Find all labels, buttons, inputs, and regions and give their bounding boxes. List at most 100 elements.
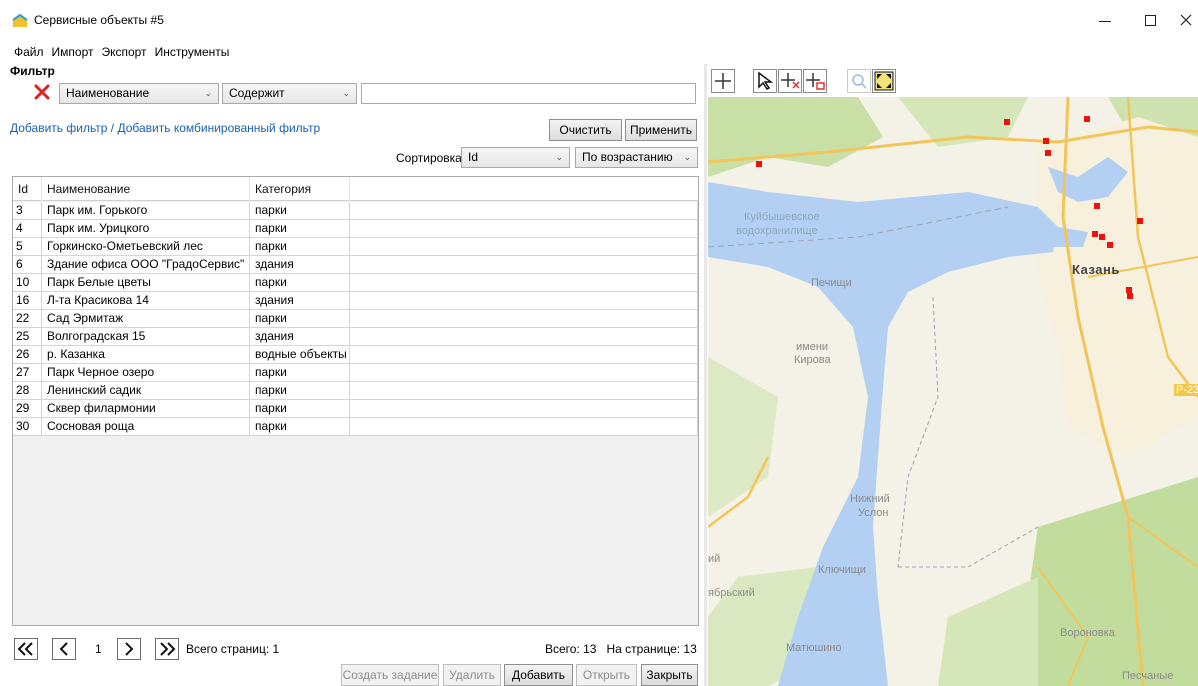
- cell-name: Сосновая роща: [42, 418, 250, 435]
- table-row[interactable]: 22 Сад Эрмитаж парки: [13, 310, 698, 328]
- map-marker[interactable]: [1004, 119, 1010, 125]
- menu-bar: Файл Импорт Экспорт Инструменты: [0, 44, 233, 62]
- map-marker[interactable]: [1043, 138, 1049, 144]
- maximize-button[interactable]: [1130, 0, 1170, 40]
- menu-import[interactable]: Импорт: [48, 44, 98, 62]
- open-button[interactable]: Открыть: [576, 664, 637, 686]
- menu-file[interactable]: Файл: [10, 44, 48, 62]
- close-window-button[interactable]: [1166, 0, 1198, 40]
- zoom-tool-button[interactable]: [847, 69, 871, 93]
- table-row[interactable]: 30 Сосновая роща парки: [13, 418, 698, 436]
- table-row[interactable]: 26 р. Казанка водные объекты: [13, 346, 698, 364]
- clear-button[interactable]: Очистить: [549, 119, 622, 141]
- link-separator: /: [110, 121, 115, 135]
- sort-field-value: Id: [468, 150, 479, 164]
- map-marker[interactable]: [1127, 293, 1133, 299]
- filter-value-input[interactable]: [361, 83, 696, 104]
- chevron-down-icon: ⌄: [204, 88, 212, 98]
- map-label-voronovka: Вороновка: [1060, 627, 1115, 639]
- cell-filler: [350, 292, 698, 309]
- total-pages: Всего страниц: 1: [186, 642, 280, 656]
- map-marker[interactable]: [1092, 231, 1098, 237]
- cell-category: здания: [250, 256, 350, 273]
- close-icon: [1180, 14, 1192, 26]
- select-tool-button[interactable]: [753, 69, 777, 93]
- filter-field-select[interactable]: Наименование ⌄: [59, 83, 219, 104]
- table-row[interactable]: 25 Волгоградская 15 здания: [13, 328, 698, 346]
- column-header-id[interactable]: Id: [13, 177, 42, 201]
- chevron-down-icon: ⌄: [342, 88, 350, 98]
- menu-tools[interactable]: Инструменты: [151, 44, 234, 62]
- table-row[interactable]: 5 Горкинско-Ометьевский лес парки: [13, 238, 698, 256]
- cell-category: парки: [250, 364, 350, 381]
- next-page-button[interactable]: [117, 638, 141, 660]
- first-page-button[interactable]: [14, 638, 38, 660]
- pan-tool-button[interactable]: [711, 69, 735, 93]
- zoom-extent-tool-button[interactable]: [872, 69, 896, 93]
- last-page-button[interactable]: [155, 638, 179, 660]
- column-header-filler: [350, 177, 698, 201]
- cell-id: 28: [13, 382, 42, 399]
- column-header-category[interactable]: Категория: [250, 177, 350, 201]
- map-marker[interactable]: [1045, 150, 1051, 156]
- table-row[interactable]: 28 Ленинский садик парки: [13, 382, 698, 400]
- cell-filler: [350, 238, 698, 255]
- maximize-icon: [1144, 14, 1156, 26]
- map-label-yi: ий: [708, 553, 721, 565]
- remove-filter-icon[interactable]: [34, 84, 50, 100]
- cell-id: 25: [13, 328, 42, 345]
- sort-direction-select[interactable]: По возрастанию ⌄: [575, 147, 698, 168]
- map-marker[interactable]: [1099, 234, 1105, 240]
- remove-object-tool-button[interactable]: [803, 69, 827, 93]
- map-marker[interactable]: [756, 161, 762, 167]
- prev-page-button[interactable]: [52, 638, 76, 660]
- table-row[interactable]: 4 Парк им. Урицкого парки: [13, 220, 698, 238]
- cell-filler: [350, 346, 698, 363]
- cell-id: 4: [13, 220, 42, 237]
- cell-filler: [350, 202, 698, 219]
- filter-label: Фильтр: [10, 64, 55, 78]
- menu-export[interactable]: Экспорт: [97, 44, 150, 62]
- panel-splitter[interactable]: [704, 64, 707, 686]
- cell-id: 29: [13, 400, 42, 417]
- table-row[interactable]: 27 Парк Черное озеро парки: [13, 364, 698, 382]
- filter-operator-select[interactable]: Содержит ⌄: [222, 83, 357, 104]
- cell-filler: [350, 328, 698, 345]
- filter-field-value: Наименование: [66, 86, 150, 100]
- add-button[interactable]: Добавить: [504, 664, 573, 686]
- remove-point-icon: [806, 73, 825, 90]
- objects-table: Id Наименование Категория 3 Парк им. Горь…: [12, 176, 699, 626]
- table-row[interactable]: 29 Сквер филармонии парки: [13, 400, 698, 418]
- add-combined-filter-link[interactable]: Добавить комбинированный фильтр: [117, 121, 320, 135]
- map-label-oktyabrsky: ябрьский: [708, 587, 755, 599]
- add-object-tool-button[interactable]: [778, 69, 802, 93]
- map-label-uslon: Услон: [858, 507, 889, 519]
- cell-category: здания: [250, 292, 350, 309]
- cell-name: Ленинский садик: [42, 382, 250, 399]
- map-marker[interactable]: [1107, 242, 1113, 248]
- column-header-name[interactable]: Наименование: [42, 177, 250, 201]
- table-row[interactable]: 16 Л-та Красикова 14 здания: [13, 292, 698, 310]
- table-row[interactable]: 3 Парк им. Горького парки: [13, 202, 698, 220]
- delete-button[interactable]: Удалить: [443, 664, 501, 686]
- cell-name: Парк им. Урицкого: [42, 220, 250, 237]
- cell-id: 27: [13, 364, 42, 381]
- map-marker[interactable]: [1094, 203, 1100, 209]
- map-label-peschanye: Песчаные: [1122, 670, 1174, 682]
- cell-filler: [350, 274, 698, 291]
- filter-operator-value: Содержит: [229, 86, 285, 100]
- map-view[interactable]: Куйбышевское водохранилище Казань Печищи…: [708, 97, 1198, 686]
- map-marker[interactable]: [1084, 116, 1090, 122]
- add-filter-link[interactable]: Добавить фильтр: [10, 121, 107, 135]
- cell-name: Парк им. Горького: [42, 202, 250, 219]
- table-row[interactable]: 6 Здание офиса ООО "ГрадоСервис" здания: [13, 256, 698, 274]
- apply-button[interactable]: Применить: [625, 119, 697, 141]
- cell-filler: [350, 382, 698, 399]
- cell-name: Здание офиса ООО "ГрадоСервис": [42, 256, 250, 273]
- close-button[interactable]: Закрыть: [641, 664, 698, 686]
- table-row[interactable]: 10 Парк Белые цветы парки: [13, 274, 698, 292]
- minimize-button[interactable]: [1085, 0, 1125, 40]
- map-marker[interactable]: [1137, 218, 1143, 224]
- sort-field-select[interactable]: Id ⌄: [461, 147, 570, 168]
- create-task-button[interactable]: Создать задание: [341, 664, 439, 686]
